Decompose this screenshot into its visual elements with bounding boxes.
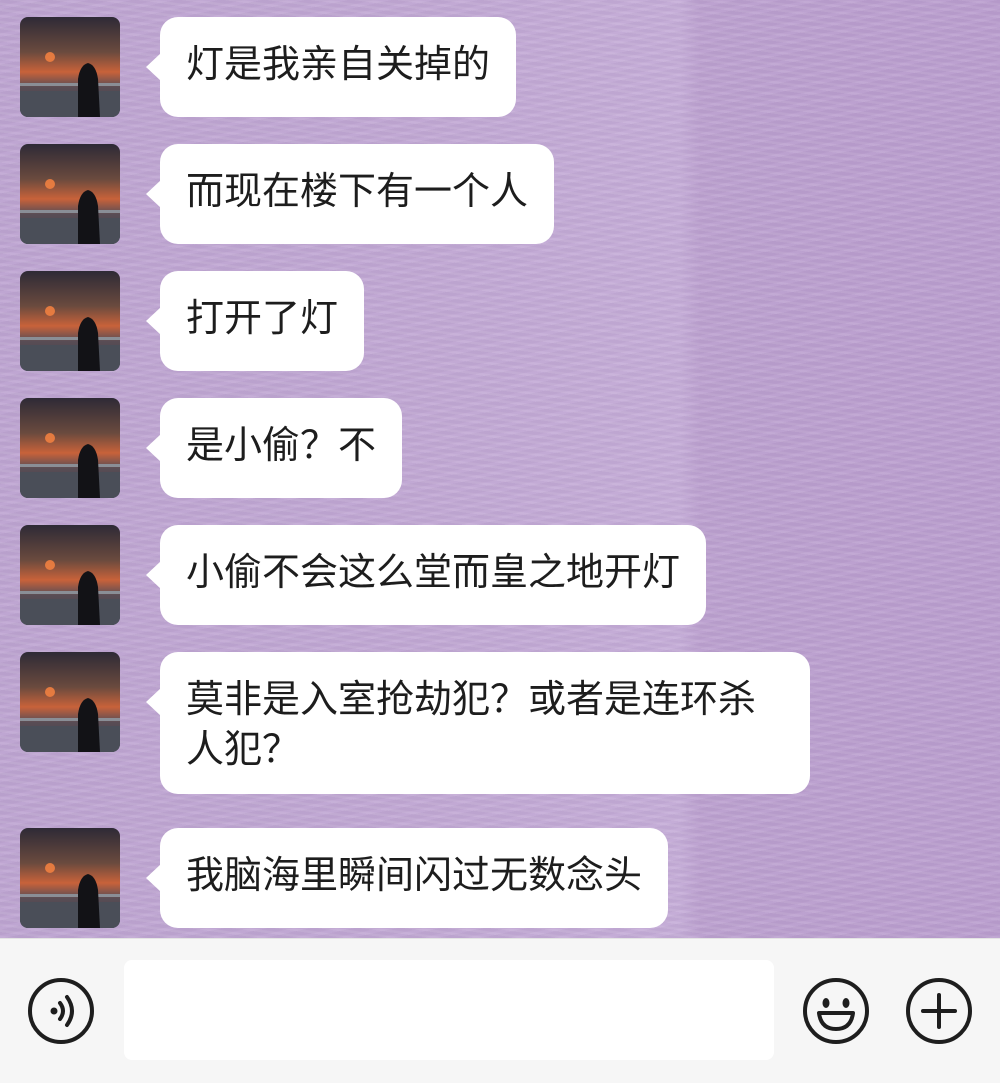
message-row: 打开了灯 — [20, 271, 365, 371]
avatar[interactable] — [20, 271, 120, 371]
smile-icon — [803, 978, 869, 1044]
message-bubble[interactable]: 莫非是入室抢劫犯？或者是连环杀人犯？ — [146, 652, 810, 794]
avatar[interactable] — [20, 652, 120, 752]
voice-button[interactable] — [27, 977, 95, 1045]
more-button[interactable] — [905, 977, 973, 1045]
message-row: 灯是我亲自关掉的 — [20, 17, 517, 117]
avatar[interactable] — [20, 398, 120, 498]
avatar-sunset-image — [20, 525, 120, 625]
message-bubble[interactable]: 小偷不会这么堂而皇之地开灯 — [145, 525, 707, 625]
message-input[interactable] — [124, 960, 774, 1060]
message-row: 是小偷？不 — [20, 398, 403, 498]
message-row: 我脑海里瞬间闪过无数念头 — [20, 828, 669, 928]
emoji-button[interactable] — [802, 977, 870, 1045]
message-bubble[interactable]: 灯是我亲自关掉的 — [145, 17, 517, 117]
message-row: 小偷不会这么堂而皇之地开灯 — [20, 525, 707, 625]
avatar-sunset-image — [20, 652, 120, 752]
message-bubble[interactable]: 我脑海里瞬间闪过无数念头 — [145, 828, 669, 928]
avatar-sunset-image — [20, 398, 120, 498]
chat-area[interactable]: 灯是我亲自关掉的 而现在楼下有一个人 打开了灯 是小偷？不 小偷不会这么堂而皇之… — [0, 0, 1000, 938]
voice-icon — [28, 978, 94, 1044]
input-bar — [0, 938, 1000, 1083]
avatar-sunset-image — [20, 271, 120, 371]
message-bubble[interactable]: 打开了灯 — [145, 271, 365, 371]
message-bubble[interactable]: 是小偷？不 — [145, 398, 403, 498]
avatar[interactable] — [20, 17, 120, 117]
avatar[interactable] — [20, 828, 120, 928]
avatar-sunset-image — [20, 17, 120, 117]
message-row: 而现在楼下有一个人 — [20, 144, 555, 244]
avatar[interactable] — [20, 144, 120, 244]
avatar-sunset-image — [20, 144, 120, 244]
avatar-sunset-image — [20, 828, 120, 928]
message-row: 莫非是入室抢劫犯？或者是连环杀人犯？ — [20, 652, 810, 794]
avatar[interactable] — [20, 525, 120, 625]
plus-icon — [906, 978, 972, 1044]
message-bubble[interactable]: 而现在楼下有一个人 — [145, 144, 555, 244]
